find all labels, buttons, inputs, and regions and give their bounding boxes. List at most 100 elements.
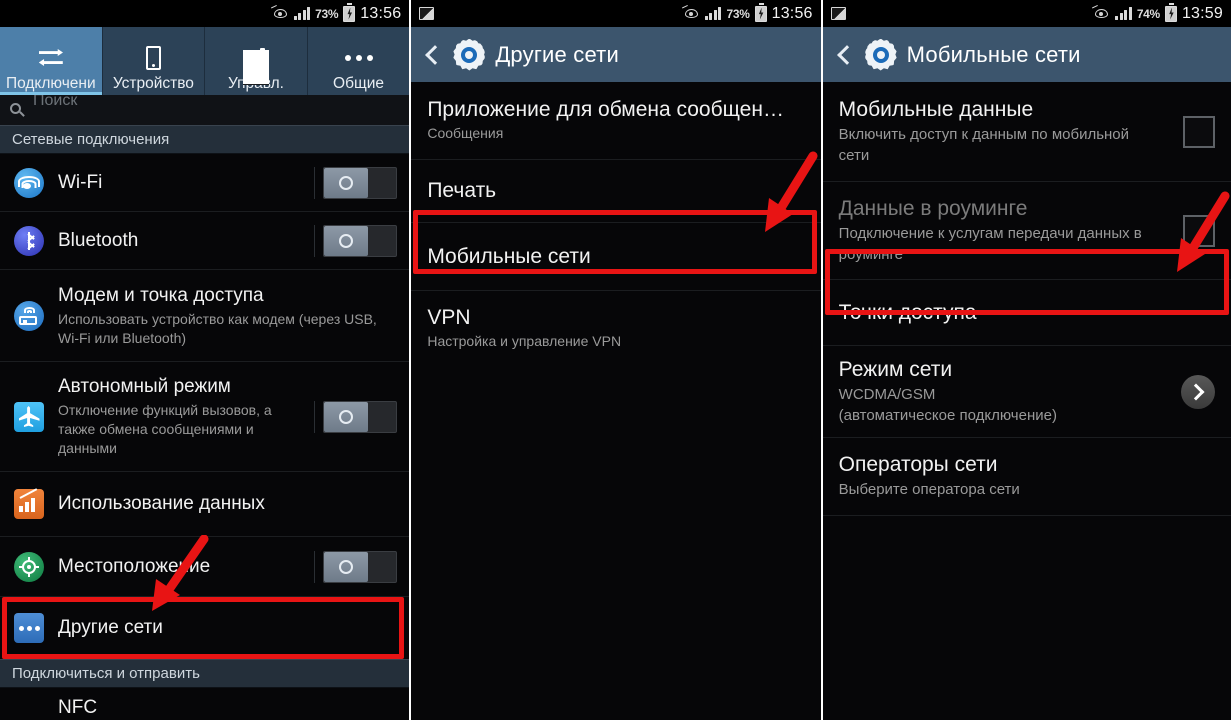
list-item-label: Wi-Fi	[58, 171, 103, 193]
list-item-mobile-data[interactable]: Мобильные данные Включить доступ к данны…	[822, 82, 1231, 182]
list-item-tethering[interactable]: Модем и точка доступа Использовать устро…	[0, 270, 410, 362]
list-item-wifi[interactable]: Wi-Fi	[0, 154, 410, 212]
list-item-label: VPN	[427, 305, 471, 329]
list-item-mobile-networks[interactable]: Мобильные сети	[411, 223, 821, 291]
tutorial-screenshot-strip: 73% 13:56 Подключени Устройство Управл.	[0, 0, 1231, 720]
list-item-label: Операторы сети	[838, 453, 998, 476]
page-title: Другие сети	[495, 41, 619, 67]
tab-device[interactable]: Устройство	[103, 27, 206, 95]
bluetooth-toggle[interactable]	[314, 224, 398, 257]
battery-charging-icon	[1164, 2, 1177, 22]
battery-charging-icon	[343, 2, 356, 22]
list-item-label: Приложение для обмена сообщен…	[427, 98, 784, 121]
battery-percent-label: 73%	[726, 6, 750, 21]
section-header-network-connections: Сетевые подключения	[0, 125, 410, 154]
back-chevron-icon[interactable]	[423, 42, 443, 68]
battery-percent-label: 73%	[315, 6, 339, 21]
list-item-other-networks[interactable]: Другие сети	[0, 597, 409, 659]
back-chevron-icon[interactable]	[835, 42, 855, 68]
list-item-sublabel: Подключение к услугам передачи данных в …	[838, 224, 1142, 263]
airplane-toggle[interactable]	[314, 400, 398, 433]
clock-label: 13:56	[360, 4, 402, 22]
other-networks-icon	[12, 613, 46, 643]
screenshot-icon	[419, 7, 435, 20]
list-item-sublabel: Сообщения	[427, 125, 504, 141]
list-item-printing[interactable]: Печать	[411, 160, 821, 223]
connections-list: Wi-Fi Bluetooth Модем и точка доступа Ис…	[0, 154, 410, 720]
search-input[interactable]: Поиск	[0, 95, 410, 125]
location-icon	[12, 551, 46, 582]
list-item-sublabel: Включить доступ к данным по мобильной се…	[838, 125, 1130, 164]
list-item-label: NFC	[58, 697, 98, 718]
signal-icon	[1115, 7, 1132, 20]
signal-icon	[704, 7, 722, 20]
wifi-icon	[12, 167, 46, 198]
tab-connections[interactable]: Подключени	[0, 27, 103, 95]
list-item-label: Другие сети	[58, 617, 163, 638]
section-header-connect-and-share: Подключиться и отправить	[0, 659, 410, 688]
airplane-icon	[12, 401, 46, 432]
list-item-label: Печать	[427, 179, 497, 202]
wifi-toggle[interactable]	[314, 166, 398, 199]
more-dots-icon	[344, 43, 373, 73]
eye-icon	[681, 4, 700, 20]
clock-label: 13:56	[771, 4, 813, 22]
network-mode-chevron[interactable]	[1173, 374, 1215, 409]
tethering-icon	[12, 300, 46, 331]
list-item-messaging-app[interactable]: Приложение для обмена сообщен… Сообщения	[411, 82, 821, 160]
list-item-label: Bluetooth	[58, 229, 139, 251]
app-header-3: Мобильные сети	[822, 27, 1231, 82]
list-item-vpn[interactable]: VPN Настройка и управление VPN	[411, 291, 820, 365]
list-item-sublabel: Выберите оператора сети	[838, 481, 1020, 498]
list-item-label: Модем и точка доступа	[58, 284, 264, 306]
list-item-sublabel: Отключение функций вызовов, а также обме…	[58, 402, 272, 456]
battery-percent-label: 74%	[1136, 6, 1160, 21]
screenshot-icon	[830, 7, 846, 20]
status-bar-2: 73% 13:56	[411, 0, 821, 27]
data-roaming-checkbox[interactable]	[1175, 214, 1215, 247]
tab-controls[interactable]: Управл.	[205, 27, 308, 95]
gear-icon	[864, 38, 897, 71]
app-header-2: Другие сети	[411, 27, 821, 82]
search-icon	[10, 102, 25, 118]
signal-icon	[293, 7, 311, 20]
list-item-airplane-mode[interactable]: Автономный режим Отключение функций вызо…	[0, 362, 410, 472]
other-networks-list: Приложение для обмена сообщен… Сообщения…	[411, 82, 821, 365]
search-placeholder: Поиск	[33, 95, 78, 109]
settings-tabbar: Подключени Устройство Управл. Общие	[0, 27, 410, 95]
battery-charging-icon	[754, 2, 767, 22]
phone-icon	[145, 43, 161, 73]
mobile-networks-list: Мобильные данные Включить доступ к данны…	[822, 82, 1231, 516]
list-item-label: Местоположение	[58, 555, 211, 577]
list-item-sublabel: Использовать устройство как модем (через…	[58, 310, 377, 346]
data-usage-icon	[12, 488, 46, 519]
connections-arrows-icon	[37, 43, 65, 73]
list-item-sublabel: WCDMA/GSM (автоматическое подключение)	[838, 385, 1057, 424]
tab-connections-label: Подключени	[5, 75, 96, 92]
list-item-network-operators[interactable]: Операторы сети Выберите оператора сети	[822, 438, 1231, 516]
screen-mobile-networks: 74% 13:59 Мобильные сети Мобильные данны…	[820, 0, 1231, 720]
list-item-label: Данные в роуминге	[838, 196, 1028, 220]
list-item-network-mode[interactable]: Режим сети WCDMA/GSM (автоматическое под…	[822, 346, 1231, 438]
location-toggle[interactable]	[314, 550, 398, 583]
gear-icon	[453, 38, 486, 71]
list-item-access-points[interactable]: Точки доступа	[822, 280, 1231, 346]
list-item-data-usage[interactable]: Использование данных	[0, 472, 410, 537]
tab-general[interactable]: Общие	[308, 27, 410, 95]
list-item-location[interactable]: Местоположение	[0, 537, 410, 597]
list-item-nfc[interactable]: NFC	[0, 688, 409, 720]
list-item-label: Точки доступа	[838, 300, 977, 324]
bluetooth-icon	[12, 225, 46, 256]
list-item-label: Режим сети	[838, 357, 953, 381]
tab-device-label: Устройство	[112, 75, 194, 92]
clock-label: 13:59	[1181, 4, 1223, 22]
list-item-label: Автономный режим	[58, 376, 231, 397]
status-bar-1: 73% 13:56	[0, 0, 410, 27]
list-item-data-roaming[interactable]: Данные в роуминге Подключение к услугам …	[822, 182, 1231, 280]
list-item-bluetooth[interactable]: Bluetooth	[0, 212, 410, 270]
list-item-label: Использование данных	[58, 493, 265, 514]
page-title: Мобильные сети	[906, 41, 1081, 67]
screen-connections: 73% 13:56 Подключени Устройство Управл.	[0, 0, 410, 720]
mobile-data-checkbox[interactable]	[1175, 115, 1215, 148]
tab-general-label: Общие	[333, 75, 384, 92]
